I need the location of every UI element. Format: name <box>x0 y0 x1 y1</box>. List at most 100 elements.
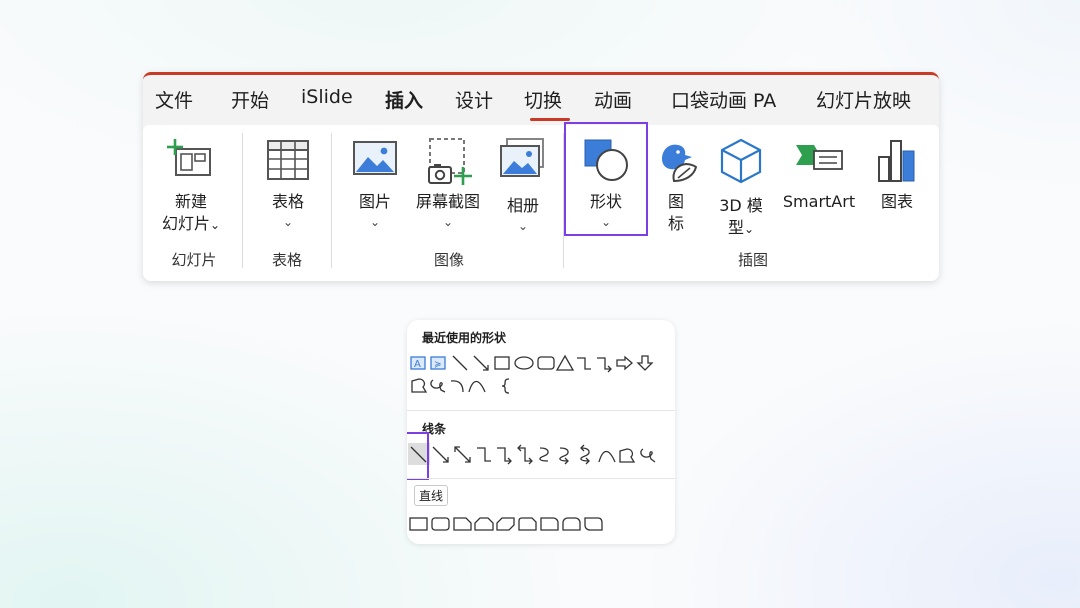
icons-button[interactable]: 图 标 <box>647 133 705 248</box>
snip-round-rectangle-icon[interactable] <box>518 517 537 531</box>
screenshot-icon <box>428 138 472 185</box>
tab-islide[interactable]: iSlide <box>301 86 353 108</box>
icons-icon <box>662 144 698 183</box>
svg-text:A: A <box>414 359 421 370</box>
rectangles-gallery <box>409 517 603 531</box>
scribble-icon[interactable] <box>640 448 656 463</box>
tab-animations[interactable]: 动画 <box>594 86 632 113</box>
shapes-dropdown-menu: 最近使用的形状 A ≽ 线条 直线 <box>407 320 675 544</box>
new-slide-label: 新建 幻灯片⌄ <box>151 191 231 236</box>
shape-tooltip: 直线 <box>414 485 449 506</box>
3d-model-label-text: 型 <box>727 218 744 237</box>
triangle-icon[interactable] <box>555 354 575 371</box>
rectangle-icon[interactable] <box>494 356 510 370</box>
chart-label: 图表 <box>880 192 913 211</box>
line-shape-highlight <box>407 432 429 480</box>
rounded-rectangle-icon[interactable] <box>537 356 555 370</box>
table-label: 表格 <box>271 192 304 211</box>
tab-design[interactable]: 设计 <box>455 86 493 113</box>
tab-slideshow[interactable]: 幻灯片放映 <box>816 86 911 113</box>
rounded-rectangle-icon[interactable] <box>431 517 450 531</box>
table-icon <box>267 140 309 180</box>
chart-icon <box>878 140 915 182</box>
chart-button[interactable]: 图表 <box>865 133 929 248</box>
brace-icon[interactable] <box>501 378 510 394</box>
smartart-button[interactable]: SmartArt <box>775 133 863 248</box>
vertical-text-box-icon[interactable]: ≽ <box>430 356 446 370</box>
scribble-icon[interactable] <box>430 379 446 393</box>
3d-model-label-line1: 3D 模 <box>719 196 763 215</box>
tab-home[interactable]: 开始 <box>231 86 269 113</box>
elbow-double-arrow-connector-icon[interactable] <box>517 444 533 465</box>
round-diagonal-rectangle-icon[interactable] <box>584 517 603 531</box>
line-icon[interactable] <box>452 355 468 371</box>
3d-model-label-line2: 型⌄ <box>707 217 775 240</box>
table-button[interactable]: 表格 ⌄ <box>251 133 325 248</box>
ribbon: 文件 开始 iSlide 插入 设计 切换 动画 口袋动画 PA 幻灯片放映 新… <box>143 72 939 281</box>
recent-shapes-gallery: A ≽ <box>410 354 654 394</box>
curved-connector-icon[interactable] <box>539 447 549 462</box>
recent-shapes-title: 最近使用的形状 <box>422 331 507 345</box>
tab-file[interactable]: 文件 <box>155 86 193 113</box>
new-slide-icon <box>167 139 211 176</box>
3d-model-label: 3D 模 型⌄ <box>707 195 775 240</box>
freeform-shape-icon[interactable] <box>619 448 636 463</box>
curve-icon[interactable] <box>468 380 486 393</box>
group-separator <box>331 133 332 268</box>
3d-model-button[interactable]: 3D 模 型⌄ <box>707 133 775 248</box>
group-label-illustrations: 插图 <box>737 251 768 269</box>
svg-text:≽: ≽ <box>434 360 442 370</box>
elbow-connector-icon[interactable] <box>477 447 491 462</box>
snip-diagonal-rectangle-icon[interactable] <box>496 517 515 531</box>
tab-transitions[interactable]: 切换 <box>524 86 562 113</box>
arrow-line-icon[interactable] <box>473 355 489 371</box>
photo-album-label: 相册 <box>506 196 539 215</box>
ribbon-panel: 新建 幻灯片⌄ 表格 ⌄ 图片 ⌄ 屏幕截图 ⌄ 相册 ⌄ 形状 ⌄ 图 标 3… <box>143 125 939 281</box>
freeform-shape-icon[interactable] <box>411 378 428 393</box>
new-slide-label-line1: 新建 <box>174 192 207 211</box>
text-box-icon[interactable]: A <box>410 356 426 370</box>
smartart-icon <box>796 145 843 170</box>
rectangle-icon[interactable] <box>409 517 428 531</box>
curve-icon[interactable] <box>598 450 616 463</box>
double-arrow-line-icon[interactable] <box>454 446 471 463</box>
menu-separator <box>407 410 675 411</box>
picture-label: 图片 <box>358 192 391 211</box>
photo-album-button[interactable]: 相册 ⌄ <box>491 133 555 248</box>
round-corner-rectangle-icon[interactable] <box>540 517 559 531</box>
tab-pocket-animation[interactable]: 口袋动画 PA <box>671 86 776 113</box>
snip-same-side-rectangle-icon[interactable] <box>474 517 494 531</box>
curved-double-arrow-connector-icon[interactable] <box>580 444 590 465</box>
icons-label: 图 标 <box>647 191 705 235</box>
new-slide-label-text: 幻灯片 <box>161 214 210 233</box>
chevron-down-icon: ⌄ <box>517 219 529 233</box>
new-slide-button[interactable]: 新建 幻灯片⌄ <box>151 133 231 248</box>
chevron-down-icon: ⌄ <box>442 215 454 229</box>
curved-arrow-connector-icon[interactable] <box>559 447 569 465</box>
lines-gallery <box>410 444 656 465</box>
smartart-label: SmartArt <box>782 192 856 211</box>
picture-button[interactable]: 图片 ⌄ <box>343 133 407 248</box>
oval-icon[interactable] <box>514 356 534 370</box>
active-tab-indicator <box>530 118 570 121</box>
group-label-slides: 幻灯片 <box>171 251 217 269</box>
chevron-down-icon: ⌄ <box>743 222 755 236</box>
chevron-down-icon: ⌄ <box>369 215 381 229</box>
tab-insert[interactable]: 插入 <box>385 86 423 113</box>
chevron-down-icon: ⌄ <box>209 218 221 232</box>
arrow-line-icon[interactable] <box>432 446 449 463</box>
screenshot-label: 屏幕截图 <box>415 192 480 211</box>
arc-icon[interactable] <box>450 380 464 393</box>
chevron-down-icon: ⌄ <box>282 215 294 229</box>
right-arrow-icon[interactable] <box>616 355 633 371</box>
snip-corner-rectangle-icon[interactable] <box>453 517 472 531</box>
round-same-side-rectangle-icon[interactable] <box>562 517 581 531</box>
elbow-arrow-connector-icon[interactable] <box>497 447 512 465</box>
menu-separator <box>407 478 675 479</box>
down-arrow-icon[interactable] <box>636 355 654 371</box>
new-slide-label-line2: 幻灯片⌄ <box>151 213 231 236</box>
shapes-button-highlight <box>564 122 648 236</box>
screenshot-button[interactable]: 屏幕截图 ⌄ <box>407 133 489 248</box>
elbow-arrow-connector-icon[interactable] <box>597 357 612 373</box>
elbow-connector-icon[interactable] <box>577 357 591 370</box>
